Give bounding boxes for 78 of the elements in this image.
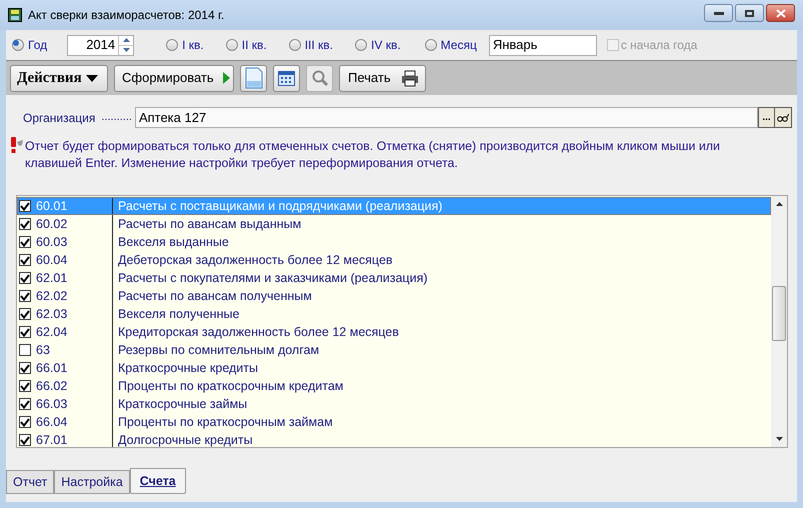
checkbox[interactable] — [19, 200, 31, 212]
scroll-down-icon[interactable] — [776, 437, 782, 441]
generate-button[interactable]: Сформировать — [114, 64, 234, 92]
window-icon — [8, 8, 22, 22]
radio-label: II кв. — [242, 37, 267, 54]
account-code: 62.02 — [36, 288, 68, 305]
close-button[interactable] — [766, 4, 795, 22]
account-code: 63 — [36, 342, 51, 359]
spin-arrows-icon — [118, 36, 134, 54]
account-code: 66.02 — [36, 378, 68, 395]
radio-button[interactable] — [355, 39, 368, 51]
tab[interactable]: Настройка — [54, 470, 130, 494]
checkbox[interactable] — [19, 218, 31, 230]
scrollbar[interactable] — [771, 196, 787, 447]
organization-field[interactable]: Аптека 127 — [134, 107, 758, 128]
checkbox[interactable] — [19, 344, 31, 356]
tab[interactable]: Отчет — [6, 470, 54, 494]
year-spinner[interactable]: 2014 — [67, 34, 134, 56]
radio-label: Год — [28, 37, 48, 54]
scroll-thumb[interactable] — [772, 286, 786, 341]
glasses-icon — [777, 113, 789, 122]
actions-button[interactable]: Действия — [10, 64, 108, 92]
radio-button[interactable] — [166, 39, 178, 51]
account-code: 66.03 — [36, 396, 68, 413]
calendar-icon — [278, 70, 295, 86]
field-label: Организация — [23, 110, 96, 126]
checkbox[interactable] — [19, 290, 31, 302]
window-title: Акт сверки взаиморасчетов: 2014 г. — [28, 7, 224, 24]
account-code: 62.01 — [36, 270, 68, 287]
radio-label: IV кв. — [371, 37, 401, 54]
radio-button[interactable] — [288, 39, 301, 51]
checkbox-label: с начала года — [620, 37, 698, 54]
checkbox[interactable] — [19, 434, 31, 446]
checkbox[interactable] — [19, 398, 31, 410]
caret-icon — [86, 74, 98, 82]
document-button[interactable] — [240, 64, 267, 92]
list-row[interactable]: 67.01 Долгосрочные кредиты — [17, 431, 771, 447]
calendar-button[interactable] — [273, 64, 300, 92]
checkbox[interactable] — [19, 308, 31, 320]
radio-label: Месяц — [440, 37, 477, 54]
month-field[interactable]: Январь — [488, 34, 597, 56]
browse-button[interactable]: ... — [758, 107, 775, 128]
leader-dots: .......... — [101, 110, 132, 126]
printer-icon — [400, 70, 419, 86]
radio-button[interactable] — [424, 39, 437, 51]
close-icon — [776, 8, 786, 18]
checkbox[interactable] — [19, 416, 31, 428]
tab[interactable]: Счета — [130, 468, 186, 494]
checkbox[interactable] — [19, 380, 31, 392]
scroll-up-icon[interactable] — [776, 202, 782, 206]
checkbox[interactable] — [19, 362, 31, 374]
account-code: 66.04 — [36, 414, 68, 431]
info-note: Отчет будет формироваться только для отмеченных счетов. Отметка (снятие) производится двойным кликом мыши или клавишей Enter. Изменение настройки требует переформирования отчета. — [25, 138, 721, 172]
glasses-button[interactable] — [775, 107, 792, 128]
checkbox[interactable] — [19, 272, 31, 284]
play-icon — [222, 72, 230, 84]
account-code: 66.01 — [36, 360, 68, 377]
checkbox[interactable] — [19, 326, 31, 338]
exclamation-icon — [10, 137, 24, 153]
radio-button[interactable] — [226, 39, 238, 51]
minimize-button[interactable] — [704, 4, 733, 22]
radio-label: III кв. — [304, 37, 334, 54]
search-button[interactable] — [306, 64, 333, 92]
account-code: 67.01 — [36, 432, 68, 447]
checkbox[interactable] — [19, 236, 31, 248]
print-button[interactable]: Печать — [339, 64, 426, 92]
checkbox[interactable] — [19, 254, 31, 266]
account-code: 60.01 — [36, 198, 68, 215]
account-code: 60.03 — [36, 234, 68, 251]
search-icon — [312, 70, 328, 86]
account-code: 60.04 — [36, 252, 68, 269]
document-icon — [244, 67, 262, 89]
account-code: 60.02 — [36, 216, 68, 233]
radio-button[interactable] — [12, 39, 24, 51]
maximize-button[interactable] — [735, 4, 764, 22]
account-code: 62.03 — [36, 306, 68, 323]
account-code: 62.04 — [36, 324, 68, 341]
radio-label: I кв. — [182, 37, 204, 54]
